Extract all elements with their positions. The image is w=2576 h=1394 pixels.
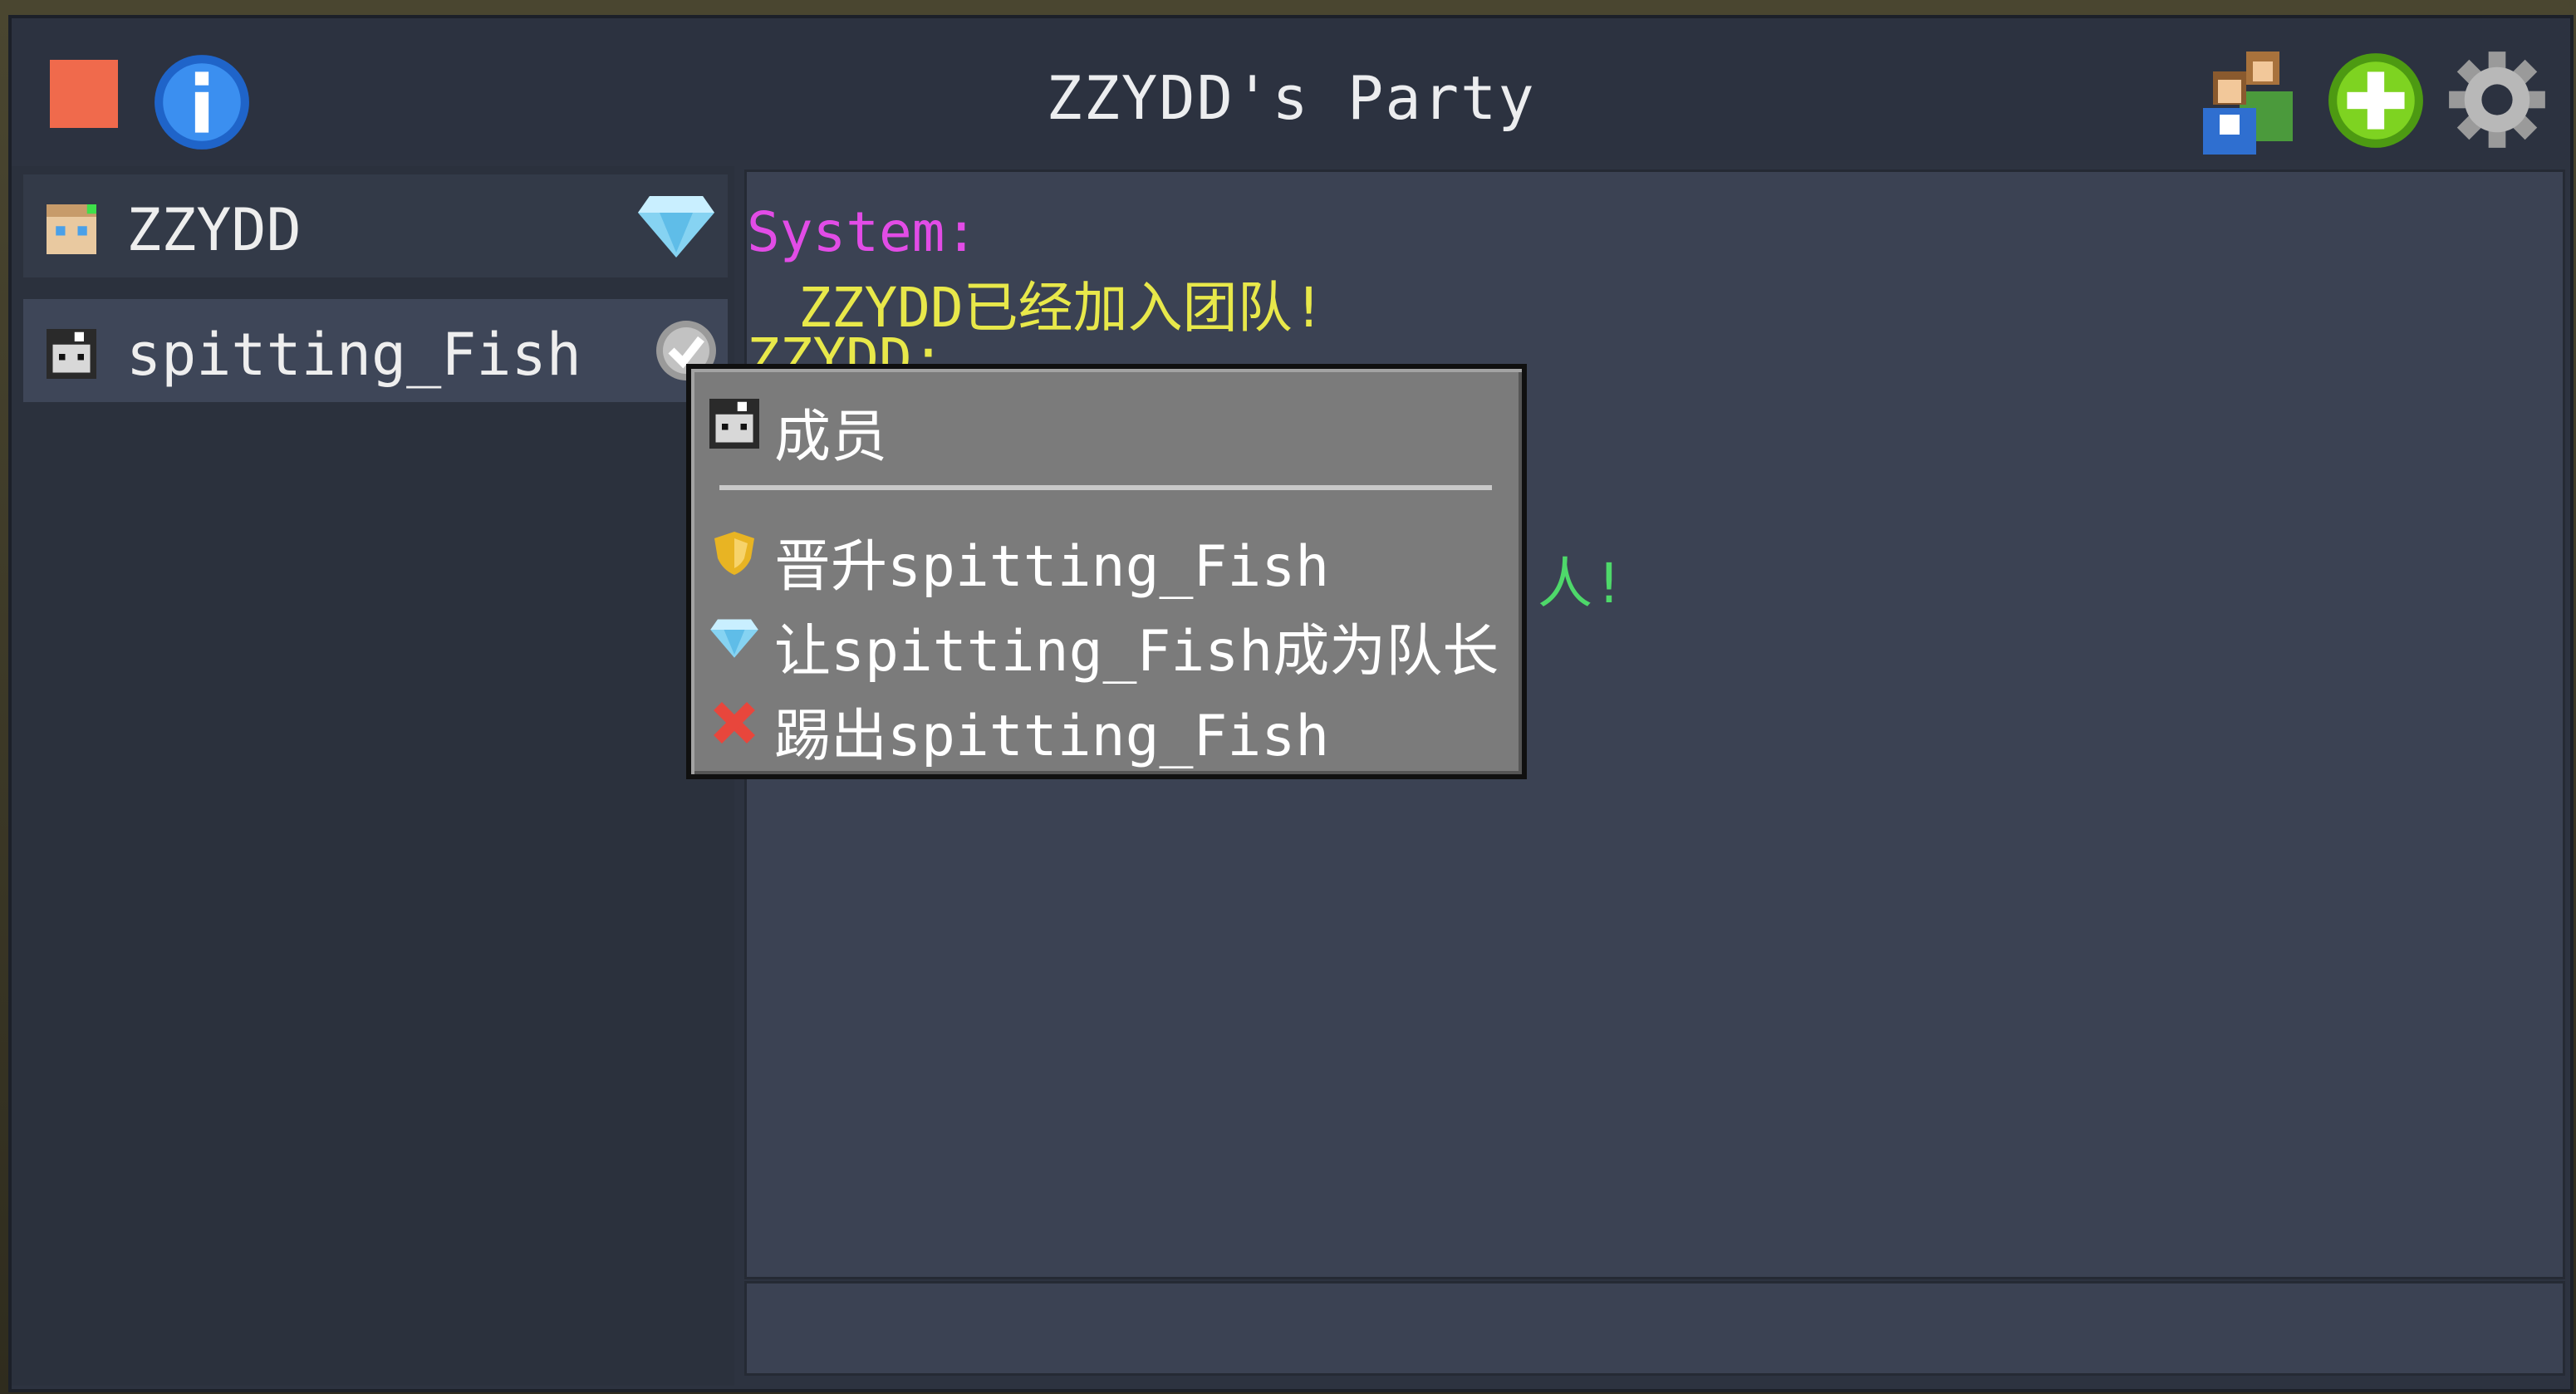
make-leader-menu-item[interactable]: 让spitting_Fish成为队长 <box>704 601 1502 685</box>
chat-line-partial: 人! <box>1538 552 1626 616</box>
menu-item-label: 让spitting_Fish成为队长 <box>774 619 1499 685</box>
context-menu-title: 成员 <box>774 405 888 470</box>
add-icon[interactable] <box>2325 50 2426 151</box>
player-avatar-icon <box>47 329 96 379</box>
context-menu-header: 成员 <box>704 392 1485 470</box>
title-bar: ZZYDD's Party <box>12 18 2570 160</box>
shield-icon <box>714 532 754 575</box>
member-list: ZZYDD spitting_Fish <box>12 166 734 1386</box>
menu-item-label: 晋升spitting_Fish <box>774 534 1330 600</box>
member-context-menu: 成员 晋升spitting_Fish 让spitting_Fish成为队长 踢出… <box>686 364 1527 779</box>
member-row-spitting-fish[interactable]: spitting_Fish <box>23 299 728 402</box>
gear-icon[interactable] <box>2446 48 2549 151</box>
kick-menu-item[interactable]: 踢出spitting_Fish <box>704 686 1502 769</box>
promote-menu-item[interactable]: 晋升spitting_Fish <box>704 517 1502 600</box>
member-name: ZZYDD <box>126 196 302 264</box>
party-title: ZZYDD's Party <box>1046 63 1536 133</box>
player-avatar-icon <box>709 399 759 449</box>
divider <box>719 485 1492 490</box>
diamond-icon <box>638 196 714 258</box>
x-icon <box>714 702 755 744</box>
diamond-icon <box>710 619 758 658</box>
chat-input[interactable] <box>744 1281 2565 1376</box>
member-name: spitting_Fish <box>126 321 581 389</box>
party-members-icon[interactable] <box>2196 42 2313 158</box>
menu-item-label: 踢出spitting_Fish <box>774 704 1330 769</box>
chat-line-system: System: <box>747 200 979 264</box>
player-avatar-icon <box>47 204 96 254</box>
member-row-zzydd[interactable]: ZZYDD <box>23 174 728 277</box>
